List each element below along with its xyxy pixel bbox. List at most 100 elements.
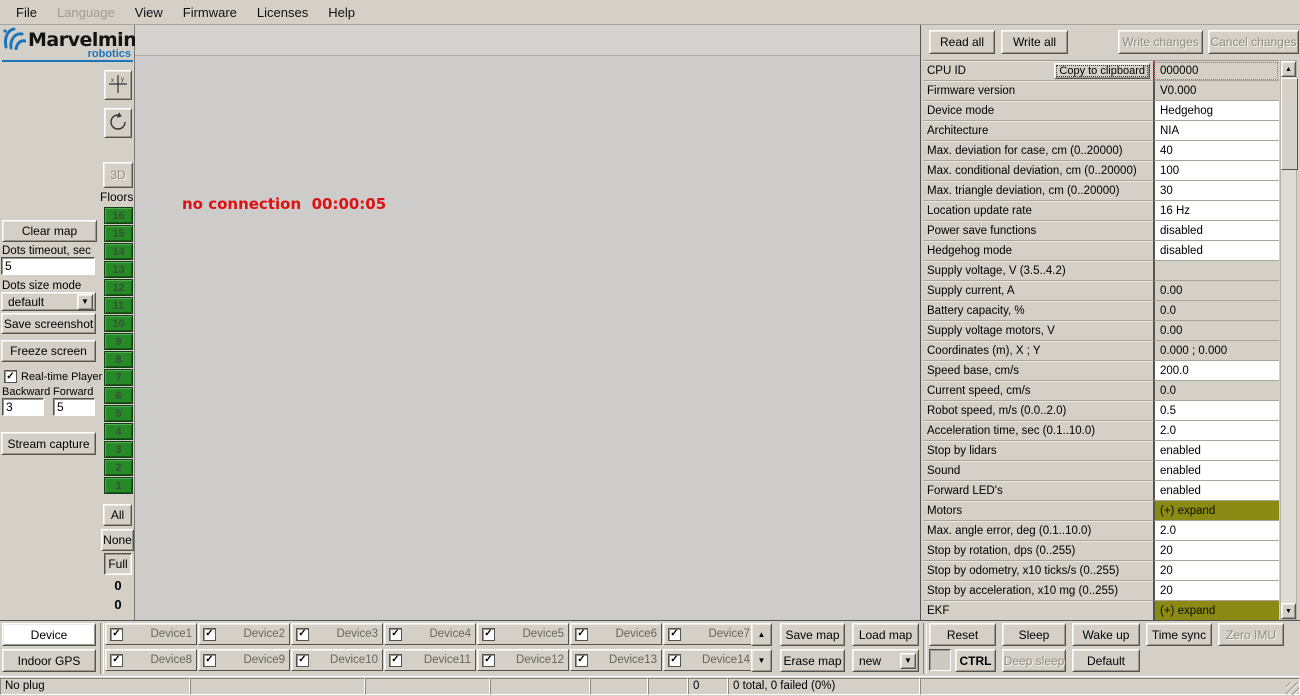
- floor-cell-12[interactable]: 12: [104, 279, 133, 296]
- zero-imu-button[interactable]: Zero IMU: [1218, 623, 1284, 646]
- device-checkbox[interactable]: ✓: [296, 628, 309, 641]
- reset-button[interactable]: Reset: [929, 623, 996, 646]
- floor-cell-15[interactable]: 15: [104, 225, 133, 242]
- device-checkbox[interactable]: ✓: [389, 628, 402, 641]
- device-cell-device13[interactable]: ✓Device13: [570, 649, 662, 671]
- save-screenshot-button[interactable]: Save screenshot: [1, 313, 96, 334]
- floor-cell-11[interactable]: 11: [104, 297, 133, 314]
- param-value[interactable]: 000000: [1153, 61, 1279, 81]
- floor-cell-3[interactable]: 3: [104, 441, 133, 458]
- param-value[interactable]: enabled: [1153, 441, 1279, 461]
- sleep-button[interactable]: Sleep: [1002, 623, 1066, 646]
- dots-timeout-input[interactable]: [1, 257, 95, 275]
- scrollbar-thumb[interactable]: [1281, 78, 1298, 170]
- floor-cell-7[interactable]: 7: [104, 369, 133, 386]
- param-value[interactable]: disabled: [1153, 241, 1279, 261]
- devices-scroll-up-icon[interactable]: ▲: [751, 623, 772, 646]
- view-3d-button[interactable]: 3D: [103, 162, 133, 188]
- devices-scroll-down-icon[interactable]: ▼: [751, 649, 772, 672]
- read-all-button[interactable]: Read all: [929, 30, 995, 54]
- device-checkbox[interactable]: ✓: [482, 628, 495, 641]
- stream-capture-button[interactable]: Stream capture: [1, 432, 96, 455]
- device-checkbox[interactable]: ✓: [110, 654, 123, 667]
- device-checkbox[interactable]: ✓: [389, 654, 402, 667]
- device-cell-device14[interactable]: ✓Device14: [663, 649, 755, 671]
- write-changes-button[interactable]: Write changes: [1118, 30, 1203, 54]
- save-map-button[interactable]: Save map: [780, 623, 845, 646]
- chevron-down-icon[interactable]: ▼: [77, 294, 93, 310]
- param-value[interactable]: disabled: [1153, 221, 1279, 241]
- erase-map-button[interactable]: Erase map: [780, 649, 845, 672]
- floor-cell-1[interactable]: 1: [104, 477, 133, 494]
- floors-none-button[interactable]: None: [101, 529, 134, 551]
- freeze-screen-button[interactable]: Freeze screen: [1, 340, 96, 362]
- device-checkbox[interactable]: ✓: [482, 654, 495, 667]
- menu-file[interactable]: File: [6, 2, 47, 23]
- chevron-down-icon[interactable]: ▼: [900, 653, 916, 669]
- device-cell-device11[interactable]: ✓Device11: [384, 649, 476, 671]
- param-value[interactable]: 100: [1153, 161, 1279, 181]
- device-tab-button[interactable]: Device: [2, 623, 96, 646]
- param-value[interactable]: 0.5: [1153, 401, 1279, 421]
- device-cell-device12[interactable]: ✓Device12: [477, 649, 569, 671]
- map-canvas[interactable]: no connection 00:00:05: [135, 25, 920, 620]
- menu-firmware[interactable]: Firmware: [173, 2, 247, 23]
- param-value[interactable]: 40: [1153, 141, 1279, 161]
- floor-cell-10[interactable]: 10: [104, 315, 133, 332]
- forward-input[interactable]: [53, 398, 95, 416]
- device-cell-device10[interactable]: ✓Device10: [291, 649, 383, 671]
- scroll-down-icon[interactable]: ▼: [1281, 603, 1296, 619]
- table-scrollbar[interactable]: ▲ ▼: [1280, 60, 1297, 620]
- device-cell-device9[interactable]: ✓Device9: [198, 649, 290, 671]
- menu-view[interactable]: View: [125, 2, 173, 23]
- indoor-gps-tab-button[interactable]: Indoor GPS: [2, 649, 96, 672]
- device-cell-device2[interactable]: ✓Device2: [198, 623, 290, 645]
- param-value[interactable]: enabled: [1153, 481, 1279, 501]
- menu-help[interactable]: Help: [318, 2, 365, 23]
- param-value[interactable]: 2.0: [1153, 421, 1279, 441]
- clear-map-button[interactable]: Clear map: [2, 220, 97, 242]
- param-value[interactable]: NIA: [1153, 121, 1279, 141]
- floor-cell-6[interactable]: 6: [104, 387, 133, 404]
- ctrl-checkbox[interactable]: [929, 649, 951, 671]
- default-button[interactable]: Default: [1072, 649, 1140, 672]
- param-value[interactable]: Hedgehog: [1153, 101, 1279, 121]
- param-value[interactable]: 2.0: [1153, 521, 1279, 541]
- floor-cell-2[interactable]: 2: [104, 459, 133, 476]
- wake-up-button[interactable]: Wake up: [1072, 623, 1140, 646]
- device-cell-device5[interactable]: ✓Device5: [477, 623, 569, 645]
- param-value[interactable]: 30: [1153, 181, 1279, 201]
- resize-grip[interactable]: [1286, 682, 1299, 695]
- device-cell-device1[interactable]: ✓Device1: [105, 623, 197, 645]
- copy-to-clipboard-button[interactable]: Copy to clipboard: [1054, 63, 1150, 79]
- param-value[interactable]: 16 Hz: [1153, 201, 1279, 221]
- ctrl-button[interactable]: CTRL: [955, 649, 996, 672]
- param-value[interactable]: 200.0: [1153, 361, 1279, 381]
- device-cell-device4[interactable]: ✓Device4: [384, 623, 476, 645]
- scroll-up-icon[interactable]: ▲: [1281, 61, 1296, 77]
- load-map-button[interactable]: Load map: [852, 623, 919, 646]
- map-select[interactable]: new ▼: [852, 649, 919, 672]
- device-cell-device7[interactable]: ✓Device7: [663, 623, 755, 645]
- device-checkbox[interactable]: ✓: [668, 628, 681, 641]
- dots-size-mode-select[interactable]: default ▼: [1, 292, 96, 311]
- floor-cell-4[interactable]: 4: [104, 423, 133, 440]
- floor-cell-9[interactable]: 9: [104, 333, 133, 350]
- backward-input[interactable]: [2, 398, 44, 416]
- device-cell-device6[interactable]: ✓Device6: [570, 623, 662, 645]
- menu-licenses[interactable]: Licenses: [247, 2, 318, 23]
- floor-cell-14[interactable]: 14: [104, 243, 133, 260]
- floor-cell-16[interactable]: 16: [104, 207, 133, 224]
- floors-all-button[interactable]: All: [103, 504, 132, 526]
- write-all-button[interactable]: Write all: [1001, 30, 1068, 54]
- device-checkbox[interactable]: ✓: [203, 654, 216, 667]
- time-sync-button[interactable]: Time sync: [1146, 623, 1212, 646]
- device-checkbox[interactable]: ✓: [203, 628, 216, 641]
- param-value[interactable]: (+) expand: [1153, 501, 1279, 521]
- param-value[interactable]: 20: [1153, 541, 1279, 561]
- device-checkbox[interactable]: ✓: [575, 628, 588, 641]
- xy-axes-view-button[interactable]: x y: [104, 70, 132, 100]
- floor-cell-8[interactable]: 8: [104, 351, 133, 368]
- cancel-changes-button[interactable]: Cancel changes: [1208, 30, 1299, 54]
- param-value[interactable]: (+) expand: [1153, 601, 1279, 621]
